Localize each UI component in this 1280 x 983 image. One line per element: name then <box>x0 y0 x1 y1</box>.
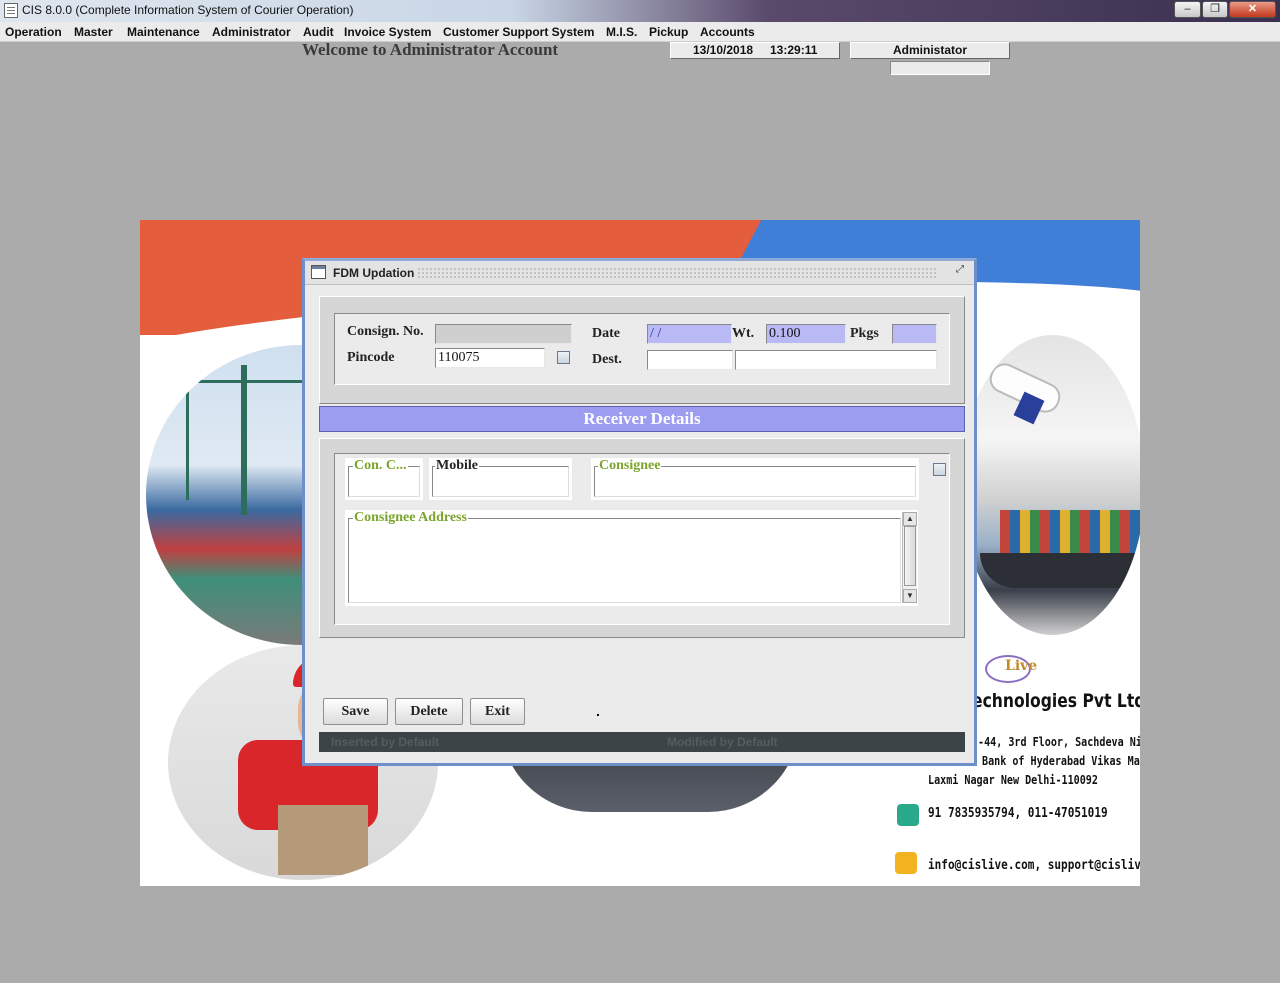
menu-administrator[interactable]: Administrator <box>212 25 291 39</box>
current-date: 13/10/2018 <box>693 43 754 57</box>
parcel-shape <box>278 805 368 875</box>
receiver-details-header: Receiver Details <box>319 406 965 432</box>
pincode-checkbox[interactable] <box>557 351 570 364</box>
menu-audit[interactable]: Audit <box>303 25 334 39</box>
receiver-panel: Con. C... Mobile Consignee Consignee Add… <box>319 438 965 638</box>
consign-no-field[interactable] <box>435 324 572 344</box>
mobile-label: Mobile <box>435 458 479 474</box>
consign-no-label: Consign. No. <box>347 324 424 339</box>
dialog-title-bar[interactable]: FDM Updation ⤢ <box>305 261 974 285</box>
maximize-icon[interactable]: ⤢ <box>956 264 970 278</box>
mobile-field[interactable]: Mobile <box>429 458 572 500</box>
scroll-up-icon[interactable]: ▲ <box>903 512 917 526</box>
restore-button[interactable]: ❐ <box>1202 1 1228 18</box>
pincode-label: Pincode <box>347 350 395 365</box>
mail-icon <box>895 852 917 874</box>
airplane-ship-image <box>960 335 1140 635</box>
menu-pickup[interactable]: Pickup <box>649 25 688 39</box>
consignee-checkbox[interactable] <box>933 463 946 476</box>
save-button[interactable]: Save <box>323 698 388 725</box>
phone-icon <box>897 804 919 826</box>
address-line-3: Laxmi Nagar New Delhi-110092 <box>928 773 1098 787</box>
datetime-display: 13/10/2018 13:29:11 <box>670 42 840 59</box>
consignee-address-label: Consignee Address <box>353 510 468 526</box>
company-name: echnologies Pvt Ltd <box>972 690 1140 712</box>
consignee-address-border <box>348 518 901 603</box>
title-bar-grip <box>417 267 937 279</box>
status-dot: . <box>596 703 600 719</box>
window-icon <box>311 265 326 279</box>
menu-operation[interactable]: Operation <box>5 25 62 39</box>
minimize-button[interactable]: – <box>1174 1 1201 18</box>
pincode-field[interactable]: 110075 <box>435 348 545 368</box>
consignment-panel: Consign. No. Pincode 110075 Date / / Wt.… <box>319 296 965 404</box>
menu-accounts[interactable]: Accounts <box>700 25 755 39</box>
scroll-thumb[interactable] <box>904 526 916 586</box>
close-button[interactable]: ✕ <box>1229 1 1276 18</box>
company-logo-text: Live <box>1005 658 1038 674</box>
modified-by-text: Modified by Default <box>667 735 778 749</box>
crane-pillar-shape <box>241 365 247 515</box>
address-scrollbar[interactable]: ▲ ▼ <box>902 512 917 603</box>
inserted-by-text: Inserted by Default <box>331 735 440 749</box>
con-code-label: Con. C... <box>353 458 408 474</box>
dest-code-field[interactable] <box>647 350 733 370</box>
pkgs-label: Pkgs <box>850 326 879 341</box>
pkgs-field[interactable] <box>892 324 937 344</box>
address-line-1: -44, 3rd Floor, Sachdeva Niwas <box>978 735 1140 749</box>
fdm-updation-dialog: FDM Updation ⤢ Consign. No. Pincode 1100… <box>302 258 977 766</box>
dialog-title: FDM Updation <box>333 266 415 280</box>
con-code-field[interactable]: Con. C... <box>345 458 423 500</box>
window-title: CIS 8.0.0 (Complete Information System o… <box>22 3 354 17</box>
current-time: 13:29:11 <box>770 43 818 57</box>
containers-shape <box>1000 510 1140 555</box>
dest-name-field[interactable] <box>735 350 937 370</box>
audit-status-bar: Inserted by Default Modified by Default <box>319 732 965 752</box>
email-addresses: info@cislive.com, support@cislive.com <box>928 858 1140 873</box>
consignee-address-field[interactable]: Consignee Address ▲ ▼ <box>345 510 918 606</box>
menu-bar: Operation Master Maintenance Administrat… <box>0 22 1280 42</box>
scroll-down-icon[interactable]: ▼ <box>903 589 917 603</box>
weight-field[interactable]: 0.100 <box>766 324 846 344</box>
menu-maintenance[interactable]: Maintenance <box>127 25 200 39</box>
user-display: Administator <box>850 42 1010 59</box>
delete-button[interactable]: Delete <box>395 698 463 725</box>
app-icon <box>4 3 18 18</box>
consignee-label: Consignee <box>598 458 662 474</box>
menu-invoice-system[interactable]: Invoice System <box>344 25 431 39</box>
date-label: Date <box>592 326 620 341</box>
dest-label: Dest. <box>592 352 622 367</box>
wt-label: Wt. <box>732 326 755 341</box>
receiver-inner: Con. C... Mobile Consignee Consignee Add… <box>334 453 950 625</box>
consignment-inner: Consign. No. Pincode 110075 Date / / Wt.… <box>334 313 950 385</box>
exit-button[interactable]: Exit <box>470 698 525 725</box>
window-title-bar[interactable]: CIS 8.0.0 (Complete Information System o… <box>0 0 1280 22</box>
ship-hull-shape <box>980 553 1140 588</box>
welcome-heading: Welcome to Administrator Account <box>302 40 559 59</box>
menu-customer-support-system[interactable]: Customer Support System <box>443 25 594 39</box>
date-field[interactable]: / / <box>647 324 732 344</box>
menu-master[interactable]: Master <box>74 25 113 39</box>
address-line-2: Bank of Hyderabad Vikas Marg, <box>982 754 1140 768</box>
menu-mis[interactable]: M.I.S. <box>606 25 637 39</box>
consignee-field[interactable]: Consignee <box>591 458 919 500</box>
phone-numbers: 91 7835935794, 011-47051019 <box>928 806 1108 821</box>
user-sub-field <box>890 61 990 75</box>
